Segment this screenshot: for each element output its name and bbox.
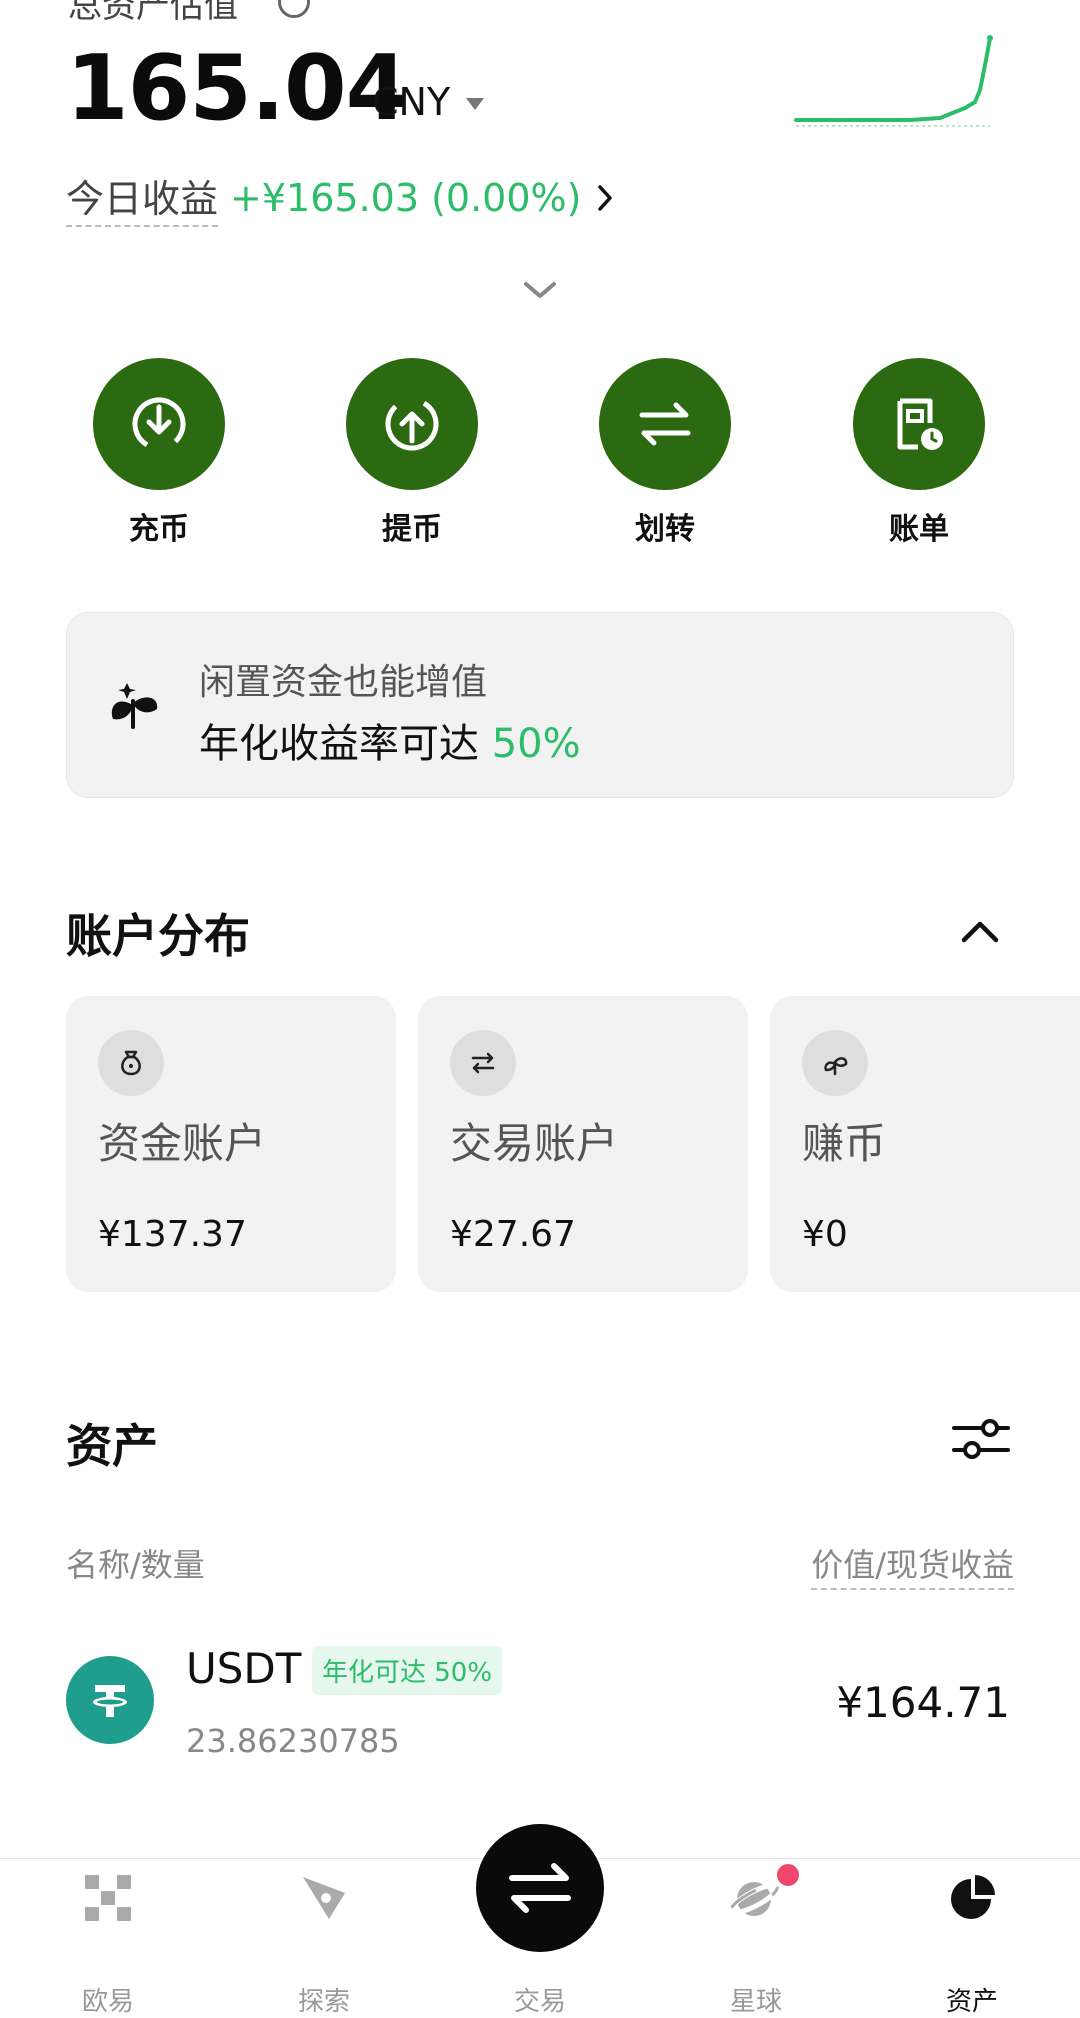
bill-icon xyxy=(853,358,985,490)
assets-pie-icon xyxy=(951,1875,995,1919)
nav-label: 资产 xyxy=(945,1987,998,2017)
account-name: 赚币 xyxy=(802,1119,887,1168)
chevron-up-icon[interactable] xyxy=(960,918,1000,946)
assets-section-title: 资产 xyxy=(66,1419,158,1473)
transfer-icon xyxy=(599,358,731,490)
promo-subtitle: 闲置资金也能增值 xyxy=(199,662,488,703)
deposit-button[interactable]: 充币 xyxy=(74,358,244,548)
info-icon[interactable] xyxy=(278,0,310,18)
asset-symbol[interactable]: USDT xyxy=(186,1644,301,1693)
earn-icon xyxy=(802,1030,868,1096)
account-name: 资金账户 xyxy=(98,1119,267,1168)
withdraw-label: 提币 xyxy=(382,512,442,547)
today-earnings-row[interactable]: 今日收益 +¥165.03 (0.00%) xyxy=(66,168,619,227)
bill-label: 账单 xyxy=(889,512,949,547)
account-card-earn[interactable]: 赚币 ¥0 xyxy=(770,996,1080,1292)
caret-down-icon[interactable] xyxy=(466,98,484,110)
deposit-label: 充币 xyxy=(129,512,189,547)
assets-column-value-pnl[interactable]: 价值/现货收益 xyxy=(811,1540,1014,1590)
assets-column-name-qty: 名称/数量 xyxy=(66,1546,205,1584)
earn-promo-card[interactable]: 闲置资金也能增值 年化收益率可达 50% xyxy=(66,612,1014,798)
total-balance: 165.04 xyxy=(66,36,408,141)
account-card-funding[interactable]: 资金账户 ¥137.37 xyxy=(66,996,396,1292)
deposit-icon xyxy=(93,358,225,490)
sprout-icon xyxy=(111,683,158,729)
today-earnings-value: +¥165.03 (0.00%) xyxy=(230,175,582,220)
asset-value: ¥164.71 xyxy=(836,1678,1010,1727)
usdt-logo-icon xyxy=(66,1656,154,1744)
account-amount: ¥137.37 xyxy=(98,1214,247,1255)
exchange-icon xyxy=(450,1030,516,1096)
transfer-label: 划转 xyxy=(635,512,695,547)
trade-swap-icon xyxy=(509,1863,571,1913)
nav-item-home[interactable]: 欧易 xyxy=(48,1873,168,2017)
chevron-down-icon[interactable] xyxy=(522,280,558,302)
money-bag-icon xyxy=(98,1030,164,1096)
discover-icon xyxy=(303,1877,345,1919)
nav-label: 交易 xyxy=(513,1987,566,2017)
account-card-trading[interactable]: 交易账户 ¥27.67 xyxy=(418,996,748,1292)
nav-item-discover[interactable]: 探索 xyxy=(264,1873,384,2017)
balance-label: 总资产估值 xyxy=(68,0,238,26)
home-grid-icon xyxy=(85,1875,131,1921)
withdraw-icon xyxy=(346,358,478,490)
nav-item-planet[interactable]: 星球 xyxy=(696,1861,816,2017)
account-name: 交易账户 xyxy=(450,1119,619,1168)
account-amount: ¥27.67 xyxy=(450,1214,576,1255)
today-earnings-label: 今日收益 xyxy=(66,168,219,227)
account-amount: ¥0 xyxy=(802,1214,848,1255)
trade-swap-button[interactable] xyxy=(476,1824,604,1952)
promo-main-text: 年化收益率可达 50% xyxy=(199,711,581,769)
filter-sliders-icon[interactable] xyxy=(952,1414,1010,1464)
apy-badge[interactable]: 年化可达 50% xyxy=(312,1646,503,1695)
promo-rate: 50% xyxy=(491,721,581,767)
balance-sparkline[interactable] xyxy=(790,30,1010,130)
currency-selector[interactable]: CNY xyxy=(372,80,450,124)
nav-label: 探索 xyxy=(297,1987,350,2017)
nav-label: 星球 xyxy=(729,1987,782,2017)
chevron-right-icon[interactable] xyxy=(591,181,619,215)
transfer-button[interactable]: 划转 xyxy=(580,358,750,548)
promo-main-label: 年化收益率可达 xyxy=(199,721,479,767)
bill-button[interactable]: 账单 xyxy=(834,358,1004,548)
nav-item-assets[interactable]: 资产 xyxy=(912,1873,1032,2017)
accounts-section-title: 账户分布 xyxy=(66,909,250,963)
asset-quantity: 23.86230785 xyxy=(186,1722,400,1760)
notification-dot xyxy=(774,1861,802,1889)
withdraw-button[interactable]: 提币 xyxy=(327,358,497,548)
nav-label: 欧易 xyxy=(81,1987,134,2017)
